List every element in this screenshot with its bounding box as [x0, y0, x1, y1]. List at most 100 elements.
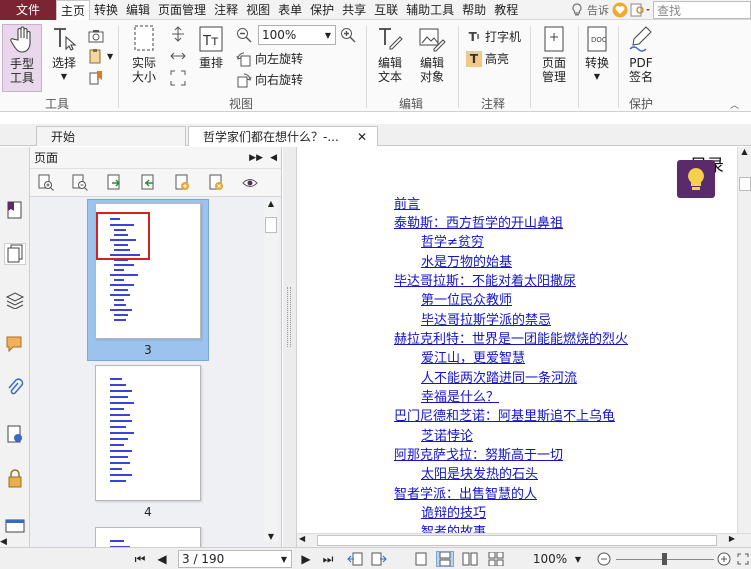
- next-page-button[interactable]: ▶: [298, 551, 314, 567]
- select-tool-button[interactable]: 选择 ▼: [46, 24, 82, 92]
- menu-share[interactable]: 共享: [338, 0, 370, 20]
- previous-page-button[interactable]: ◀: [154, 551, 170, 567]
- thumbnail-scrollbar[interactable]: ▲ ▼: [264, 199, 278, 541]
- toc-link[interactable]: 巴门尼德和芝诺：阿基里斯追不上乌龟: [394, 405, 615, 424]
- first-page-button[interactable]: ⏮: [132, 551, 148, 567]
- zoom-menu-arrow[interactable]: ▼: [572, 551, 584, 567]
- extract-page-icon[interactable]: [138, 173, 158, 193]
- menu-tutorial[interactable]: 教程: [490, 0, 522, 20]
- page-number-input[interactable]: 3 / 190 ▼: [178, 550, 292, 568]
- edit-text-button[interactable]: 编辑 文本: [372, 24, 408, 92]
- file-menu-button[interactable]: 文件: [0, 0, 56, 20]
- scroll-down-arrow[interactable]: ▼: [264, 532, 278, 541]
- assistant-bulb-button[interactable]: [677, 160, 715, 198]
- zoom-out-page-icon[interactable]: [70, 173, 90, 193]
- ribbon-collapse-button[interactable]: ︿: [730, 98, 739, 111]
- zoom-out-button[interactable]: [236, 27, 255, 43]
- zoom-out-circle-icon[interactable]: [596, 551, 612, 567]
- toc-link[interactable]: 水是万物的始基: [421, 251, 512, 270]
- comments-icon[interactable]: [4, 333, 26, 355]
- lightbulb-icon[interactable]: [569, 2, 585, 18]
- toc-link[interactable]: 幸福是什么？: [421, 386, 499, 405]
- lock-icon[interactable]: [4, 467, 26, 489]
- toc-link[interactable]: 人不能两次踏进同一条河流: [421, 367, 577, 386]
- bookmarks-icon[interactable]: [4, 199, 26, 221]
- close-icon[interactable]: ✕: [357, 130, 367, 144]
- toc-link[interactable]: 智者学派：出售智慧的人: [394, 483, 537, 502]
- toc-link[interactable]: 爱江山，更爱智慧: [421, 347, 525, 366]
- highlight-button[interactable]: T 高亮: [466, 50, 509, 67]
- layers-icon[interactable]: [4, 289, 26, 311]
- toc-link[interactable]: 哲学≠贫穷: [421, 231, 484, 250]
- page-management-button[interactable]: 页面 管理: [534, 24, 574, 92]
- continuous-view-icon[interactable]: [436, 551, 454, 567]
- scrollbar-thumb[interactable]: [739, 177, 751, 191]
- menu-form[interactable]: 表单: [274, 0, 306, 20]
- menu-accessibility[interactable]: 辅助工具: [402, 0, 458, 20]
- scroll-right-arrow[interactable]: ▶: [729, 534, 735, 543]
- page-thumbnail[interactable]: 3: [87, 203, 209, 357]
- convert-button[interactable]: DOC 转换 ▼: [580, 24, 614, 92]
- page-thumbnail[interactable]: 4: [87, 365, 209, 519]
- zoom-level[interactable]: 100%: [530, 551, 570, 567]
- scroll-up-arrow[interactable]: ▲: [264, 199, 278, 208]
- toc-link[interactable]: 泰勒斯：西方哲学的开山鼻祖: [394, 212, 563, 231]
- delete-page-icon[interactable]: [206, 173, 226, 193]
- attachment-icon[interactable]: [4, 377, 26, 399]
- toc-link[interactable]: 诡辩的技巧: [421, 502, 486, 521]
- toc-link[interactable]: 太阳是块发热的石头: [421, 463, 538, 482]
- menu-view[interactable]: 视图: [242, 0, 274, 20]
- page-properties-icon[interactable]: [240, 173, 260, 193]
- tell-me-label[interactable]: 告诉: [587, 2, 609, 18]
- panel-expand-icon[interactable]: ▶▶: [249, 153, 263, 163]
- zoom-in-circle-icon[interactable]: [716, 551, 732, 567]
- panel-collapse-icon[interactable]: ◀: [270, 153, 277, 163]
- continuous-facing-view-icon[interactable]: [486, 551, 506, 567]
- insert-page-icon[interactable]: [104, 173, 124, 193]
- zoom-slider-handle[interactable]: [662, 553, 667, 565]
- actual-size-button[interactable]: 实际 大小: [124, 24, 164, 92]
- scroll-up-arrow[interactable]: ▲: [738, 147, 751, 156]
- reflow-button[interactable]: Tт 重排: [194, 24, 228, 92]
- document-horizontal-scrollbar[interactable]: ◀ ▶: [297, 533, 751, 547]
- menu-protect[interactable]: 保护: [306, 0, 338, 20]
- menu-help[interactable]: 帮助: [458, 0, 490, 20]
- snapshot-button[interactable]: [88, 28, 107, 44]
- scrollbar-thumb[interactable]: [317, 535, 717, 546]
- toc-link[interactable]: 赫拉克利特：世界是一团能能燃烧的烈火: [394, 328, 628, 347]
- single-page-view-icon[interactable]: [412, 551, 430, 567]
- menu-page-management[interactable]: 页面管理: [154, 0, 210, 20]
- pages-icon[interactable]: [4, 243, 26, 265]
- tab-start[interactable]: 开始: [36, 126, 186, 146]
- zoom-select[interactable]: 100% ▼: [258, 25, 336, 45]
- rotate-right-button[interactable]: 向右旋转: [236, 71, 303, 88]
- search-options-icon[interactable]: [629, 1, 651, 19]
- search-input[interactable]: 查找: [653, 1, 751, 19]
- toc-link[interactable]: 芝诺悖论: [421, 425, 473, 444]
- toc-link[interactable]: 毕达哥拉斯：不能对着太阳撒尿: [394, 270, 576, 289]
- menu-home[interactable]: 主页: [56, 0, 91, 21]
- add-page-icon[interactable]: [172, 173, 192, 193]
- menu-connect[interactable]: 互联: [370, 0, 402, 20]
- fit-visible-button[interactable]: [170, 70, 189, 86]
- pdf-sign-button[interactable]: PDF 签名: [622, 24, 660, 92]
- rotate-left-button[interactable]: 向左旋转: [236, 50, 303, 67]
- fit-width-button[interactable]: [170, 48, 189, 64]
- fullscreen-icon[interactable]: [736, 551, 750, 567]
- document-view[interactable]: 目录 前言 泰勒斯：西方哲学的开山鼻祖 哲学≠贫穷 水是万物的始基 毕达哥拉斯：…: [297, 147, 737, 533]
- typewriter-button[interactable]: TI 打字机: [466, 28, 521, 45]
- toc-link[interactable]: 第一位民众教师: [421, 289, 512, 308]
- fit-page-button[interactable]: [170, 26, 189, 42]
- menu-comment[interactable]: 注释: [210, 0, 242, 20]
- form-fields-icon[interactable]: [4, 515, 26, 537]
- last-page-button[interactable]: ⏭: [320, 551, 336, 567]
- panel-splitter[interactable]: [283, 147, 297, 547]
- zoom-in-page-icon[interactable]: [36, 173, 56, 193]
- hand-tool-button[interactable]: 手型 工具: [2, 24, 42, 92]
- toc-link[interactable]: 智者的故事: [421, 521, 486, 533]
- zoom-in-button[interactable]: [340, 27, 359, 43]
- toc-link[interactable]: 阿那克萨戈拉：努斯高于一切: [394, 444, 563, 463]
- tab-document[interactable]: 哲学家们都在想什么？-... ✕: [188, 126, 378, 146]
- scroll-left-arrow[interactable]: ◀: [299, 534, 305, 543]
- menu-convert[interactable]: 转换: [90, 0, 122, 20]
